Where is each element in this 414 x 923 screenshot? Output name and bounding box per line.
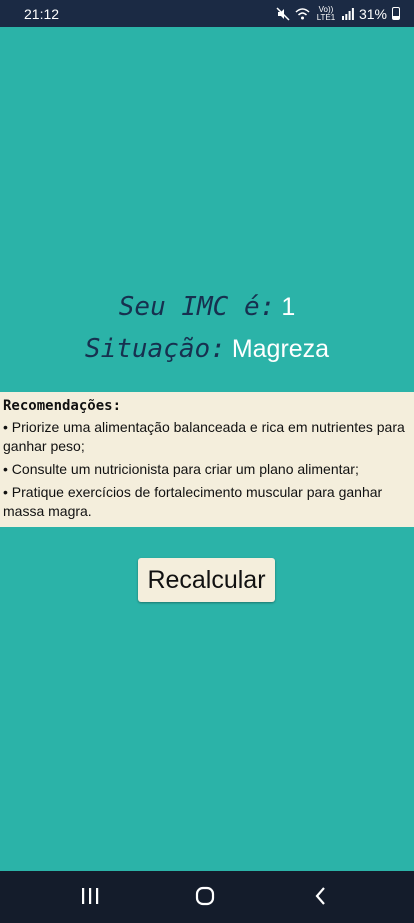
- recommendation-item: • Pratique exercícios de fortalecimento …: [3, 484, 383, 519]
- situation-result: Situação: Magreza: [0, 334, 414, 364]
- recommendation-item: • Consulte um nutricionista para criar u…: [3, 461, 359, 477]
- battery-percent: 31%: [358, 5, 387, 22]
- signal-icon: [341, 7, 354, 20]
- recommendations-panel: Recomendações: • Priorize uma alimentaçã…: [0, 392, 414, 527]
- imc-result: Seu IMC é: 1: [0, 292, 414, 322]
- situation-label: Situação:: [84, 334, 226, 364]
- recommendations-title: Recomendações:: [3, 398, 122, 414]
- imc-label: Seu IMC é:: [118, 292, 276, 322]
- status-bar: 21:12 Vo)) LTE1 31%: [0, 0, 414, 27]
- status-icons: Vo)) LTE1 31%: [276, 4, 400, 22]
- recents-icon[interactable]: [80, 885, 100, 907]
- recalculate-button[interactable]: Recalcular: [138, 558, 275, 602]
- lte-label: Vo)) LTE1: [316, 4, 336, 22]
- navigation-bar: [0, 871, 414, 923]
- recommendation-item: • Priorize uma alimentação balanceada e …: [3, 419, 405, 454]
- back-icon[interactable]: [312, 885, 330, 907]
- situation-value: Magreza: [231, 335, 330, 363]
- mute-icon: [276, 6, 290, 21]
- status-time: 21:12: [24, 5, 60, 22]
- battery-icon: [392, 7, 400, 20]
- wifi-icon: [295, 8, 310, 20]
- imc-value: 1: [281, 293, 296, 321]
- home-icon[interactable]: [194, 885, 216, 907]
